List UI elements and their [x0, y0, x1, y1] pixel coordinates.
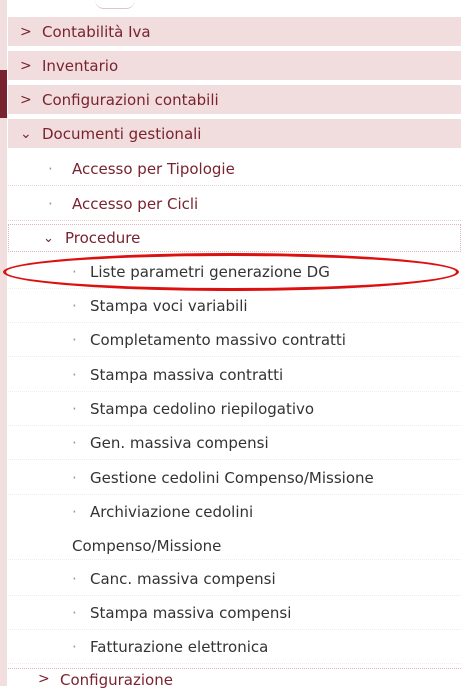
menu-item-inventario[interactable]: > Inventario — [8, 51, 461, 81]
procedure-item-gestione-cedolini[interactable]: · Gestione cedolini Compenso/Missione — [8, 461, 461, 495]
menu-item-configurazione[interactable]: > Configurazione — [8, 668, 461, 690]
procedure-item-archiviazione-cedolini-cont[interactable]: Compenso/Missione — [8, 532, 461, 560]
procedure-item-label: Compenso/Missione — [72, 536, 222, 555]
bullet-icon: · — [72, 569, 77, 588]
chevron-right-icon: > — [20, 57, 32, 74]
bullet-icon: · — [72, 365, 77, 384]
bullet-icon: · — [72, 503, 77, 521]
menu-item-contabilita-iva[interactable]: > Contabilità Iva — [8, 17, 461, 47]
bullet-icon: · — [72, 637, 77, 656]
bullet-icon: · — [48, 194, 53, 213]
bullet-icon: · — [72, 468, 77, 487]
procedure-item-label: Stampa cedolino riepilogativo — [90, 399, 315, 418]
submenu-item-procedure[interactable]: ⌄ Procedure — [8, 224, 461, 252]
bullet-icon: · — [72, 330, 77, 349]
procedure-item-fatturazione-elettronica[interactable]: · Fatturazione elettronica — [8, 630, 461, 664]
procedure-item-label: Canc. massiva compensi — [90, 569, 276, 588]
procedure-item-stampa-voci[interactable]: · Stampa voci variabili — [8, 289, 461, 323]
submenu-item-label: Accesso per Cicli — [72, 194, 199, 213]
menu-item-label: Configurazione — [60, 671, 173, 689]
menu-item-label: Documenti gestionali — [42, 124, 202, 143]
submenu-item-label: Accesso per Tipologie — [72, 159, 235, 178]
chevron-right-icon: > — [38, 671, 50, 687]
procedure-item-archiviazione-cedolini[interactable]: · Archiviazione cedolini — [8, 495, 461, 529]
procedure-item-label: Stampa massiva compensi — [90, 603, 292, 622]
bullet-icon: · — [72, 262, 77, 281]
procedure-item-stampa-contratti[interactable]: · Stampa massiva contratti — [8, 358, 461, 392]
procedure-item-gen-compensi[interactable]: · Gen. massiva compensi — [8, 426, 461, 460]
chevron-down-icon: ⌄ — [43, 230, 54, 246]
procedure-item-label: Liste parametri generazione DG — [90, 262, 330, 281]
procedure-item-canc-compensi[interactable]: · Canc. massiva compensi — [8, 562, 461, 596]
procedure-item-liste-parametri[interactable]: · Liste parametri generazione DG — [8, 255, 461, 289]
procedure-item-label: Gestione cedolini Compenso/Missione — [90, 468, 374, 487]
menu-item-label: Inventario — [42, 56, 119, 75]
procedure-item-label: Archiviazione cedolini — [90, 503, 254, 521]
procedure-item-label: Stampa massiva contratti — [90, 365, 284, 384]
procedure-item-label: Fatturazione elettronica — [90, 637, 269, 656]
menu-item-documenti-gestionali[interactable]: ⌄ Documenti gestionali — [8, 119, 461, 149]
procedure-item-completamento-contratti[interactable]: · Completamento massivo contratti — [8, 323, 461, 357]
top-decoration — [95, 0, 135, 9]
menu-item-configurazioni-contabili[interactable]: > Configurazioni contabili — [8, 85, 461, 115]
procedure-item-label: Gen. massiva compensi — [90, 433, 269, 452]
chevron-right-icon: > — [20, 91, 32, 108]
procedure-item-stampa-compensi[interactable]: · Stampa massiva compensi — [8, 596, 461, 630]
bullet-icon: · — [72, 603, 77, 622]
bullet-icon: · — [72, 433, 77, 452]
submenu-item-label: Procedure — [65, 229, 141, 247]
bullet-icon: · — [72, 296, 77, 315]
chevron-right-icon: > — [20, 23, 32, 40]
left-active-marker — [0, 70, 7, 118]
submenu-item-accesso-cicli[interactable]: · Accesso per Cicli — [8, 187, 461, 221]
bullet-icon: · — [48, 159, 53, 178]
submenu-item-accesso-tipologie[interactable]: · Accesso per Tipologie — [8, 152, 461, 186]
procedure-item-label: Completamento massivo contratti — [90, 330, 346, 349]
chevron-down-icon: ⌄ — [20, 125, 32, 142]
menu-item-label: Configurazioni contabili — [42, 90, 219, 109]
bullet-icon: · — [72, 399, 77, 418]
procedure-item-stampa-cedolino[interactable]: · Stampa cedolino riepilogativo — [8, 392, 461, 426]
menu-item-label: Contabilità Iva — [42, 22, 151, 41]
procedure-item-label: Stampa voci variabili — [90, 296, 248, 315]
